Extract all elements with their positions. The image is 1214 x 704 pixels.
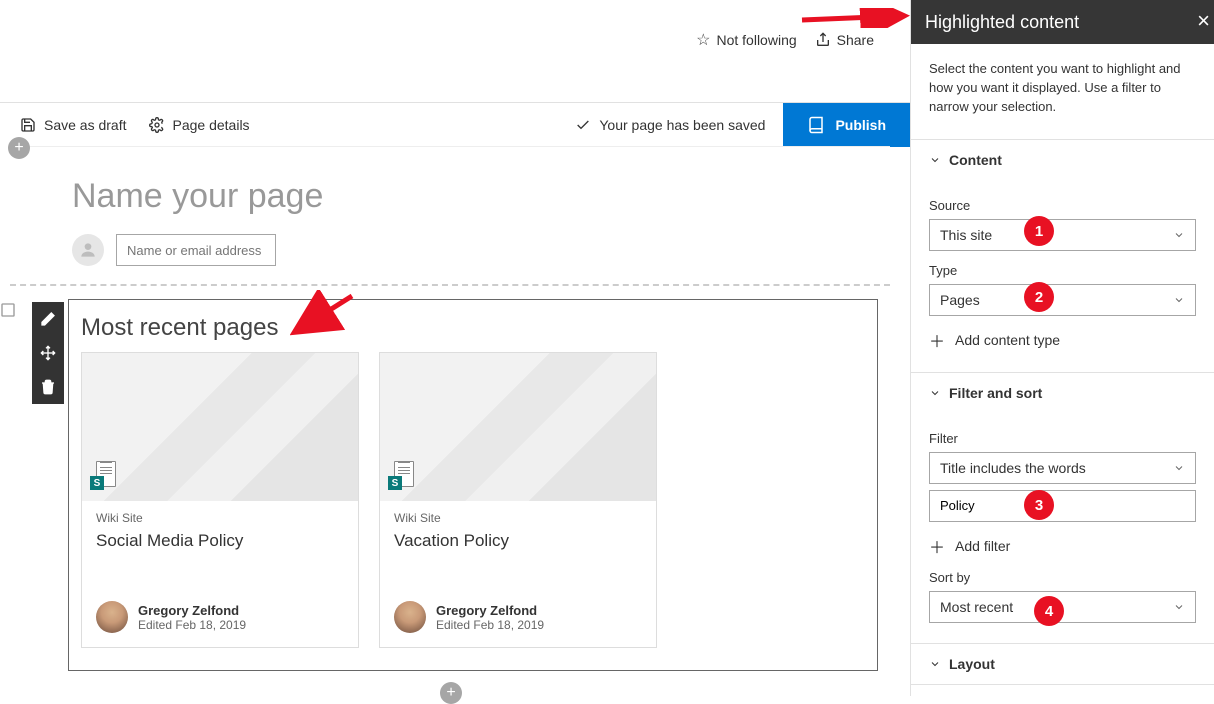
plus-icon: ＋ bbox=[929, 328, 945, 352]
sharepoint-page-icon: S bbox=[90, 461, 116, 493]
section-layout-header[interactable]: Layout bbox=[911, 644, 1214, 684]
card-author-info: Gregory Zelfond Edited Feb 18, 2019 bbox=[394, 601, 642, 647]
publish-button[interactable]: Publish bbox=[783, 103, 910, 147]
add-filter-label: Add filter bbox=[955, 538, 1010, 554]
command-bar-left: Save as draft Page details bbox=[20, 117, 250, 133]
add-section-button-top[interactable]: + bbox=[8, 137, 30, 159]
chevron-down-icon bbox=[1173, 601, 1185, 613]
check-icon bbox=[575, 117, 591, 133]
section-filter-sort-header[interactable]: Filter and sort bbox=[911, 373, 1214, 413]
save-as-draft-button[interactable]: Save as draft bbox=[20, 117, 127, 133]
content-card[interactable]: S Wiki Site Vacation Policy Gregory Zelf… bbox=[379, 352, 657, 648]
author-name: Gregory Zelfond bbox=[436, 603, 544, 618]
author-avatar-placeholder bbox=[72, 234, 104, 266]
add-content-type-button[interactable]: ＋ Add content type bbox=[929, 328, 1196, 352]
delete-webpart-button[interactable] bbox=[32, 370, 64, 404]
add-content-type-label: Add content type bbox=[955, 332, 1060, 348]
page-header: Name your page bbox=[10, 147, 890, 284]
card-author-info: Gregory Zelfond Edited Feb 18, 2019 bbox=[96, 601, 344, 647]
sort-value: Most recent bbox=[940, 599, 1013, 615]
author-avatar bbox=[96, 601, 128, 633]
source-label: Source bbox=[929, 198, 1196, 213]
publish-icon bbox=[807, 116, 825, 134]
chevron-down-icon bbox=[1173, 229, 1185, 241]
chevron-down-icon bbox=[1173, 294, 1185, 306]
card-preview: S bbox=[82, 353, 358, 501]
page-author-row bbox=[72, 234, 890, 266]
not-following-button[interactable]: ☆ Not following bbox=[696, 30, 797, 50]
star-icon: ☆ bbox=[696, 30, 710, 50]
add-section-button-bottom[interactable]: + bbox=[440, 682, 462, 704]
filter-text-input[interactable] bbox=[929, 490, 1196, 522]
sort-label: Sort by bbox=[929, 570, 1196, 585]
type-label: Type bbox=[929, 263, 1196, 278]
page-details-label: Page details bbox=[173, 117, 250, 133]
section-edit-handles bbox=[0, 302, 18, 320]
page-canvas: + Name your page Most recent pages bbox=[10, 146, 890, 686]
property-panel: Highlighted content × Select the content… bbox=[910, 0, 1214, 696]
chevron-down-icon bbox=[929, 154, 941, 166]
close-panel-button[interactable]: × bbox=[1197, 8, 1210, 34]
source-value: This site bbox=[940, 227, 992, 243]
source-dropdown[interactable]: This site bbox=[929, 219, 1196, 251]
publish-label: Publish bbox=[835, 117, 886, 133]
chevron-down-icon bbox=[929, 658, 941, 670]
author-avatar bbox=[394, 601, 426, 633]
webpart-toolbar bbox=[32, 302, 64, 404]
page-saved-message: Your page has been saved bbox=[557, 117, 783, 133]
add-filter-button[interactable]: ＋ Add filter bbox=[929, 534, 1196, 558]
section-divider bbox=[10, 284, 890, 286]
highlighted-content-webpart[interactable]: Most recent pages S Wiki Site Social Med… bbox=[68, 299, 878, 671]
save-icon bbox=[20, 117, 36, 133]
site-actions-bar: ☆ Not following Share bbox=[0, 0, 910, 80]
section-content: Content Source This site Type Pages bbox=[911, 140, 1214, 373]
section-content-header[interactable]: Content bbox=[911, 140, 1214, 180]
filter-select-value: Title includes the words bbox=[940, 460, 1086, 476]
panel-description: Select the content you want to highlight… bbox=[911, 44, 1214, 140]
author-name: Gregory Zelfond bbox=[138, 603, 246, 618]
modified-date: Edited Feb 18, 2019 bbox=[138, 618, 246, 632]
share-label: Share bbox=[837, 32, 874, 48]
chevron-down-icon bbox=[1173, 462, 1185, 474]
command-bar: Save as draft Page details Your page has… bbox=[0, 102, 910, 146]
page-title-input[interactable]: Name your page bbox=[72, 177, 890, 216]
card-site-label: Wiki Site bbox=[96, 511, 344, 525]
section-edit-icon[interactable] bbox=[0, 302, 18, 320]
section-filter-sort: Filter and sort Filter Title includes th… bbox=[911, 373, 1214, 644]
share-icon bbox=[815, 32, 831, 48]
card-site-label: Wiki Site bbox=[394, 511, 642, 525]
sort-dropdown[interactable]: Most recent bbox=[929, 591, 1196, 623]
card-title: Social Media Policy bbox=[96, 531, 344, 551]
sharepoint-page-icon: S bbox=[388, 461, 414, 493]
panel-header: Highlighted content × bbox=[911, 0, 1214, 44]
content-card[interactable]: S Wiki Site Social Media Policy Gregory … bbox=[81, 352, 359, 648]
webpart-title: Most recent pages bbox=[81, 314, 867, 342]
section-content-label: Content bbox=[949, 152, 1002, 168]
chevron-down-icon bbox=[929, 387, 941, 399]
gear-icon bbox=[149, 117, 165, 133]
filter-dropdown[interactable]: Title includes the words bbox=[929, 452, 1196, 484]
card-preview: S bbox=[380, 353, 656, 501]
page-saved-text: Your page has been saved bbox=[599, 117, 765, 133]
section-filter-sort-label: Filter and sort bbox=[949, 385, 1042, 401]
author-name-input[interactable] bbox=[116, 234, 276, 266]
panel-title: Highlighted content bbox=[925, 12, 1079, 33]
save-as-draft-label: Save as draft bbox=[44, 117, 127, 133]
edit-webpart-button[interactable] bbox=[32, 302, 64, 336]
modified-date: Edited Feb 18, 2019 bbox=[436, 618, 544, 632]
content-cards: S Wiki Site Social Media Policy Gregory … bbox=[81, 352, 867, 648]
section-layout-label: Layout bbox=[949, 656, 995, 672]
move-webpart-button[interactable] bbox=[32, 336, 64, 370]
section-layout: Layout bbox=[911, 644, 1214, 685]
page-details-button[interactable]: Page details bbox=[149, 117, 250, 133]
card-title: Vacation Policy bbox=[394, 531, 642, 551]
plus-icon: ＋ bbox=[929, 534, 945, 558]
share-button[interactable]: Share bbox=[815, 32, 874, 48]
not-following-label: Not following bbox=[716, 32, 796, 48]
type-dropdown[interactable]: Pages bbox=[929, 284, 1196, 316]
type-value: Pages bbox=[940, 292, 980, 308]
filter-label: Filter bbox=[929, 431, 1196, 446]
